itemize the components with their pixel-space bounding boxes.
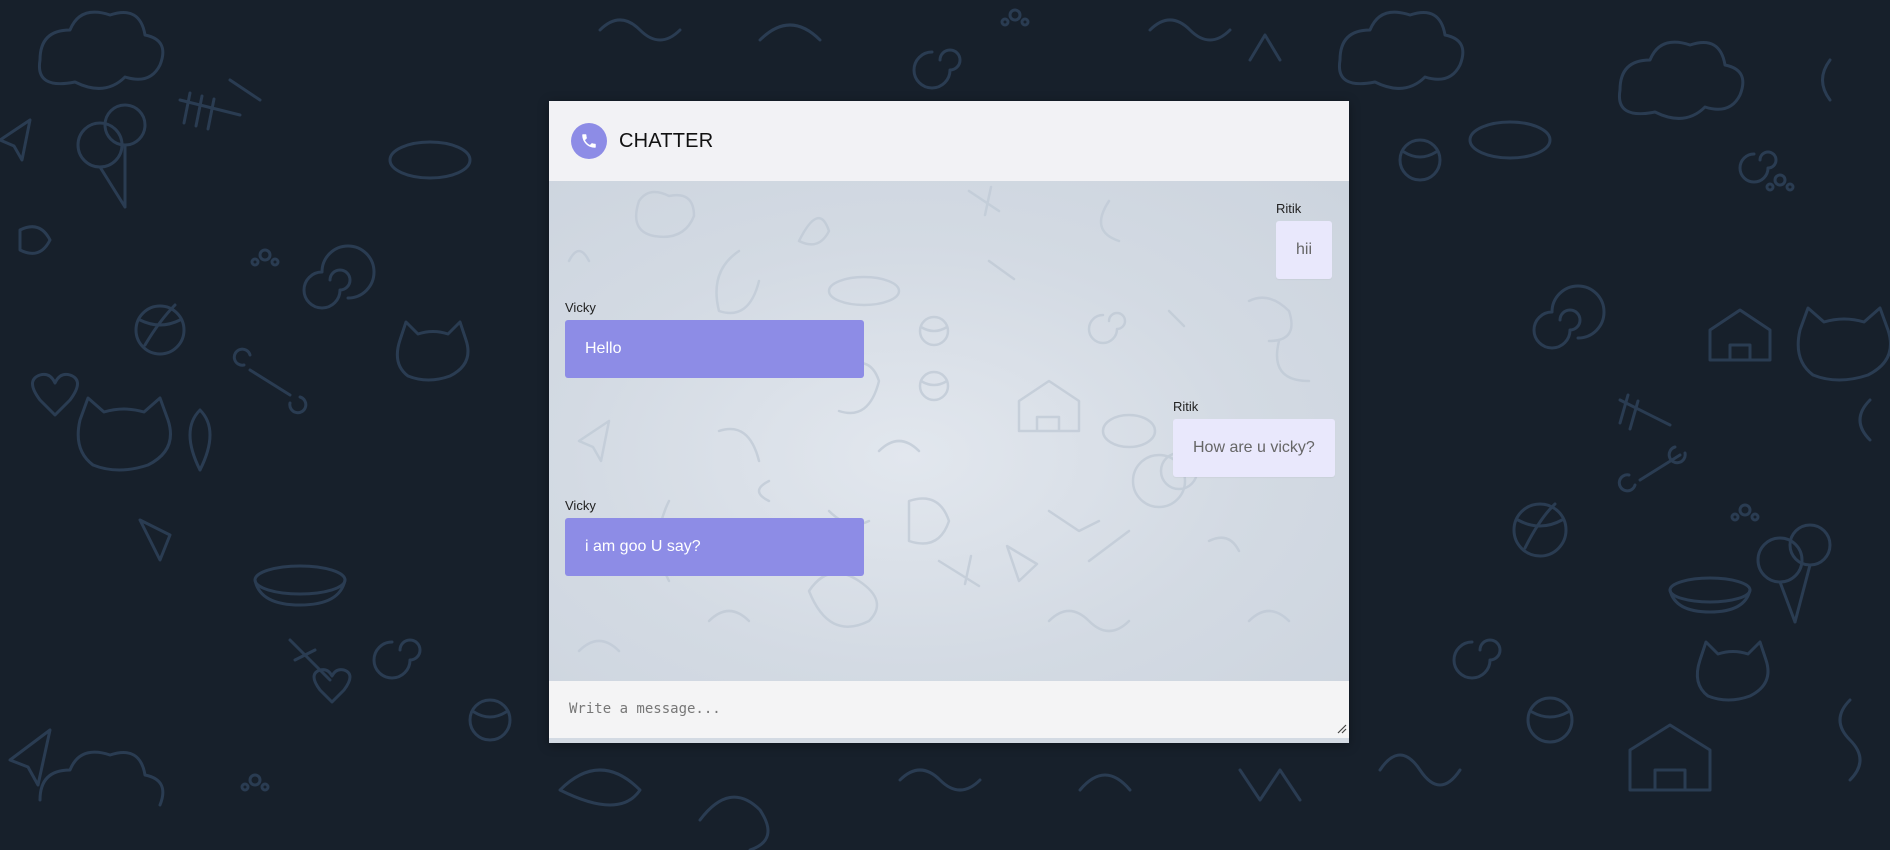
messages-area[interactable]: Ritik hii Vicky Hello Ritik How are u vi… [549, 181, 1349, 681]
chat-window: CHATTER Ritik hii Vicky Hello Ritik How … [549, 101, 1349, 743]
message-bubble: i am goo U say? [565, 518, 864, 576]
message-bubble: How are u vicky? [1173, 419, 1335, 477]
message-sender: Ritik [1276, 201, 1302, 216]
message-bubble: hii [1276, 221, 1333, 279]
chat-title: CHATTER [619, 130, 714, 152]
message-input[interactable] [549, 681, 1349, 738]
call-button[interactable] [571, 123, 607, 159]
message-sender: Vicky [565, 498, 596, 513]
message-sender: Ritik [1173, 399, 1199, 414]
chat-header: CHATTER [549, 101, 1349, 181]
message-outgoing: Ritik hii [1276, 201, 1333, 279]
message-incoming: Vicky i am goo U say? [565, 498, 864, 576]
message-outgoing: Ritik How are u vicky? [1173, 399, 1335, 477]
message-bubble: Hello [565, 320, 864, 378]
message-incoming: Vicky Hello [565, 300, 864, 378]
message-composer [549, 681, 1349, 743]
message-sender: Vicky [565, 300, 596, 315]
resize-grip-icon[interactable] [1335, 722, 1347, 734]
phone-icon [582, 134, 596, 148]
